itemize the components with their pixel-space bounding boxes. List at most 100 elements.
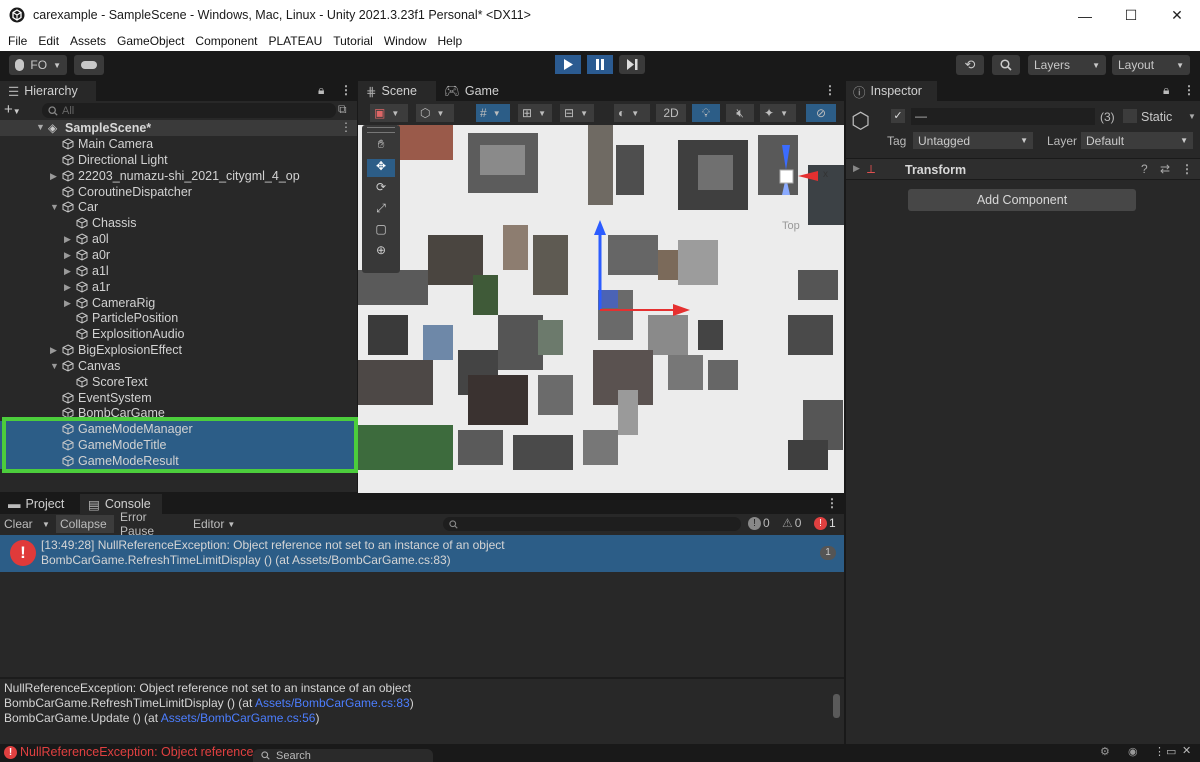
info-filter-toggle[interactable]: ! 0 — [748, 516, 770, 530]
expand-down-icon[interactable]: ▼ — [50, 199, 60, 215]
hidden-toggle[interactable]: ⊘ — [806, 104, 836, 122]
tab-scene[interactable]: ⋕ Scene — [358, 81, 436, 101]
help-icon[interactable]: ? — [1141, 162, 1148, 176]
history-button[interactable]: ⟲ — [956, 55, 984, 75]
rect-tool-icon[interactable]: ▢ — [367, 222, 395, 240]
preset-icon[interactable]: ⇄ — [1160, 162, 1170, 176]
hierarchy-item[interactable]: ▶ 22203_numazu-shi_2021_citygml_4_op — [0, 168, 357, 184]
pause-button[interactable] — [587, 55, 613, 74]
mode-2d-button[interactable]: 2D — [656, 104, 686, 122]
status-search-input[interactable]: Search — [253, 749, 433, 762]
hierarchy-item[interactable]: Directional Light — [0, 152, 357, 168]
console-log-entry[interactable]: ! [13:49:28] NullReferenceException: Obj… — [0, 535, 844, 572]
scene-viewport[interactable]: x Top ✋︎ ✥ ⟳ ⤢ ▢ ⊕ — [358, 125, 844, 493]
editor-dropdown[interactable]: Editor ▼ — [189, 515, 239, 533]
hierarchy-item[interactable]: ExplositionAudio — [0, 326, 357, 342]
expand-right-icon[interactable]: ▶ — [64, 263, 74, 279]
account-dropdown[interactable]: FO ▼ — [9, 55, 67, 75]
hierarchy-item[interactable]: ▶ CameraRig — [0, 295, 357, 311]
console-scrollbar[interactable] — [832, 682, 842, 737]
maximize-button[interactable]: ☐ — [1108, 0, 1154, 31]
menu-plateau[interactable]: PLATEAU — [264, 31, 329, 51]
hierarchy-item[interactable]: ScoreText — [0, 374, 357, 390]
shading-dropdown[interactable]: ◐ ▼ — [614, 104, 650, 122]
source-link-56[interactable]: Assets/BombCarGame.cs:56 — [161, 711, 316, 725]
clear-options-dropdown[interactable]: ▼ — [38, 515, 54, 533]
lock-icon[interactable]: 🔒︎ — [318, 83, 324, 98]
layer-dropdown[interactable]: Default ▼ — [1081, 132, 1193, 149]
hierarchy-item[interactable]: Chassis — [0, 215, 357, 231]
static-checkbox[interactable] — [1123, 109, 1137, 123]
menu-help[interactable]: Help — [434, 31, 470, 51]
add-component-button[interactable]: Add Component — [908, 189, 1136, 211]
expand-right-icon[interactable]: ▶ — [64, 295, 74, 311]
menu-file[interactable]: File — [4, 31, 34, 51]
expand-right-icon[interactable]: ▶ — [64, 247, 74, 263]
menu-edit[interactable]: Edit — [34, 31, 66, 51]
menu-window[interactable]: Window — [380, 31, 434, 51]
hierarchy-item[interactable]: ▶ BigExplosionEffect — [0, 342, 357, 358]
add-button[interactable]: +▼ — [4, 101, 34, 119]
hierarchy-item[interactable]: CoroutineDispatcher — [0, 184, 357, 200]
clear-button[interactable]: Clear — [0, 515, 38, 533]
search-button[interactable] — [992, 55, 1020, 75]
transform-tool-icon[interactable]: ⊕ — [367, 243, 395, 261]
status-message[interactable]: NullReferenceException: Object reference — [20, 745, 253, 759]
source-link-83[interactable]: Assets/BombCarGame.cs:83 — [255, 696, 410, 710]
debug-mode-icon[interactable]: ⋮ — [1154, 745, 1165, 758]
hierarchy-item[interactable]: ▼ Car — [0, 199, 357, 215]
chevron-down-icon[interactable]: ▼ — [1188, 112, 1196, 121]
lock-icon[interactable]: 🔒︎ — [1163, 83, 1169, 98]
expand-down-icon[interactable]: ▼ — [50, 358, 60, 374]
audio-toggle[interactable]: 🔇︎ — [726, 104, 754, 122]
tab-game[interactable]: 🎮︎ Game — [436, 81, 506, 101]
warning-filter-toggle[interactable]: ⚠ 0 — [782, 516, 801, 530]
hand-tool-icon[interactable]: ✋︎ — [367, 137, 395, 155]
expand-right-icon[interactable]: ▶ — [64, 231, 74, 247]
scale-tool-icon[interactable]: ⤢ — [367, 201, 395, 219]
move-tool-icon[interactable]: ✥ — [367, 159, 395, 177]
hierarchy-item[interactable]: ▶ a0r — [0, 247, 357, 263]
effects-dropdown[interactable]: ✦ ▼ — [760, 104, 796, 122]
hierarchy-item[interactable]: ▶ a1l — [0, 263, 357, 279]
menu-tutorial[interactable]: Tutorial — [329, 31, 380, 51]
kebab-menu-icon[interactable]: ⋮ — [340, 120, 352, 134]
close-button[interactable]: ✕ — [1154, 0, 1200, 31]
hierarchy-item[interactable]: ▶ a1r — [0, 279, 357, 295]
hierarchy-item[interactable]: ▼ Canvas — [0, 358, 357, 374]
grid-toggle[interactable]: # ▼ — [476, 104, 510, 122]
snap-dropdown[interactable]: ⊞ ▼ — [518, 104, 552, 122]
play-button[interactable] — [555, 55, 581, 74]
close-panel-icon[interactable]: ✕ — [1182, 744, 1191, 757]
name-field[interactable]: — — [911, 108, 1095, 125]
menu-component[interactable]: Component — [191, 31, 264, 51]
transform-header[interactable]: ▶ ⟂ Transform ? ⇄ ⋮ — [845, 158, 1200, 180]
hierarchy-search-input[interactable]: All — [42, 103, 336, 118]
collapse-button[interactable]: Collapse — [56, 515, 114, 533]
cloud-button[interactable] — [74, 55, 104, 75]
layers-dropdown[interactable]: Layers ▼ — [1028, 55, 1106, 75]
rotate-tool-icon[interactable]: ⟳ — [367, 180, 395, 198]
kebab-menu-icon[interactable]: ⋮ — [824, 83, 836, 97]
menu-assets[interactable]: Assets — [66, 31, 113, 51]
tab-inspector[interactable]: ⓘ Inspector — [845, 81, 937, 101]
layout-dropdown[interactable]: Layout ▼ — [1112, 55, 1190, 75]
drag-handle[interactable] — [367, 127, 395, 133]
expand-right-icon[interactable]: ▶ — [50, 168, 60, 184]
increment-snap-dropdown[interactable]: ⊟ ▼ — [560, 104, 594, 122]
active-checkbox[interactable]: ✓ — [891, 109, 905, 123]
console-search-input[interactable] — [443, 517, 741, 531]
tag-dropdown[interactable]: Untagged ▼ — [913, 132, 1033, 149]
expand-right-icon[interactable]: ▶ — [50, 342, 60, 358]
hierarchy-item[interactable]: EventSystem — [0, 390, 357, 406]
minimize-button[interactable]: — — [1062, 0, 1108, 31]
tab-hierarchy[interactable]: ☰ Hierarchy — [0, 81, 96, 101]
tab-project[interactable]: ▬ Project — [0, 494, 78, 514]
kebab-menu-icon[interactable]: ⋮ — [826, 496, 838, 510]
scrollbar-thumb[interactable] — [833, 694, 840, 718]
hierarchy-item[interactable]: ▶ a0l — [0, 231, 357, 247]
scene-row[interactable]: ▼ ◈ SampleScene* ⋮ — [0, 120, 357, 136]
hierarchy-item[interactable]: Main Camera — [0, 136, 357, 152]
error-pause-button[interactable]: Error Pause — [116, 510, 187, 538]
kebab-menu-icon[interactable]: ⋮ — [1181, 162, 1193, 176]
